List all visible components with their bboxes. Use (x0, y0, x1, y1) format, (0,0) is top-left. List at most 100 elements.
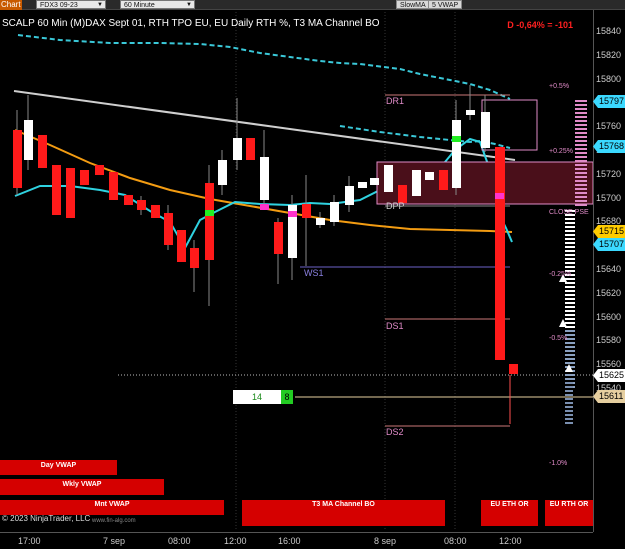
bear-candle (66, 168, 75, 218)
bear-candle (124, 195, 133, 205)
tpo-bar (575, 112, 587, 114)
tpo-bar (565, 330, 575, 332)
tpo-bar (575, 104, 587, 106)
tpo-bar (575, 196, 587, 198)
bull-candle (452, 120, 461, 188)
wkly-vwap-button[interactable]: Wkly VWAP (0, 479, 164, 495)
tpo-bar (565, 290, 575, 292)
tpo-bar (565, 282, 575, 284)
price-tick: 15600 (596, 311, 622, 322)
tpo-bar (565, 422, 573, 424)
time-tick: 17:00 (18, 536, 41, 546)
price-tick: 15620 (596, 287, 622, 298)
tpo-bar (575, 108, 587, 110)
eu-eth-or-button[interactable]: EU ETH OR (481, 500, 538, 526)
tpo-bar (565, 238, 575, 240)
dr1-label: DR1 (386, 96, 405, 106)
price-tick: 15840 (596, 26, 622, 36)
time-tick: 12:00 (499, 536, 522, 546)
pct-minus-025: -0.25% (549, 271, 572, 278)
tpo-bar (565, 258, 575, 260)
tpo-bar (575, 164, 587, 166)
pct-plus-025: +0.25% (549, 148, 573, 155)
bear-candle (509, 364, 518, 374)
website: www.fin-alg.com (92, 518, 136, 524)
signal-marker (452, 136, 461, 142)
bear-candle (495, 147, 505, 360)
bull-candle (345, 186, 354, 205)
tpo-bar (565, 350, 575, 352)
signal-marker (495, 193, 504, 199)
tpo-bar (565, 250, 575, 252)
eu-rth-or-button[interactable]: EU RTH OR (545, 500, 593, 526)
copyright: © 2023 NinjaTrader, LLC (2, 514, 91, 523)
tpo-bar (565, 278, 575, 280)
tpo-bar (565, 354, 575, 356)
tpo-bar (575, 144, 587, 146)
tpo-bar (565, 318, 575, 320)
tpo-bar (575, 180, 587, 182)
tpo-bar (565, 374, 575, 376)
bull-candle (218, 160, 227, 185)
tpo-bar (575, 136, 587, 138)
signal-marker (205, 210, 214, 216)
tpo-bar (575, 184, 587, 186)
tpo-bar (575, 188, 587, 190)
dpp-channel (376, 161, 593, 205)
bear-candle (164, 213, 173, 245)
bear-candle (274, 222, 283, 254)
time-tick: 12:00 (224, 536, 247, 546)
tpo-bar (565, 414, 573, 416)
bear-candle (109, 172, 118, 200)
price-tick: 15700 (596, 192, 622, 203)
time-tick: 7 sep (103, 536, 126, 546)
price-tick: 15640 (596, 264, 622, 274)
tpo-bar (565, 418, 573, 420)
upper-band-line (17, 34, 511, 100)
dpp-label: DPP (386, 201, 405, 211)
tpo-bar (565, 314, 575, 316)
price-tick: 15720 (596, 168, 622, 179)
price-tag: 15611 (593, 390, 625, 403)
bear-candle (151, 205, 160, 218)
bull-candle (370, 178, 379, 185)
daily-change: D -0,64% = -101 (507, 20, 573, 30)
tpo-bar (565, 242, 575, 244)
counter-badge: 8 (281, 390, 293, 404)
tpo-bar (565, 294, 575, 296)
tpo-bar (565, 286, 575, 288)
t3-ma-channel-button[interactable]: T3 MA Channel BO (242, 500, 445, 526)
tpo-bar (575, 176, 587, 178)
price-tick: 15580 (596, 335, 622, 346)
bear-candle (205, 183, 214, 260)
price-tag: 15707 (593, 238, 625, 251)
tpo-bar (575, 148, 587, 150)
tpo-bar (565, 342, 575, 344)
mnt-vwap-button[interactable]: Mnt VWAP (0, 500, 224, 515)
price-tag: 15625 (593, 369, 625, 382)
time-tick: 08:00 (444, 536, 467, 546)
price-tag: 15715 (593, 225, 625, 238)
bear-candle (38, 135, 47, 168)
tpo-bar (565, 382, 573, 384)
tpo-bar (575, 192, 587, 194)
tpo-bar (565, 302, 575, 304)
tpo-bar (565, 222, 575, 224)
tpo-bar (565, 306, 575, 308)
price-chart[interactable] (0, 0, 593, 532)
bear-candle (13, 130, 22, 188)
chart-title: SCALP 60 Min (M)DAX Sept 01, RTH TPO EU,… (2, 18, 380, 29)
day-vwap-button[interactable]: Day VWAP (0, 460, 117, 475)
tpo-bar (565, 394, 573, 396)
bull-candle (260, 157, 269, 200)
bear-candle (246, 138, 255, 160)
dr1-box (481, 99, 538, 151)
tpo-bar (565, 322, 575, 324)
pct-minus-10: -1.0% (549, 460, 568, 467)
bear-candle (177, 230, 186, 262)
pct-plus-05: +0.5% (549, 83, 570, 90)
time-tick: 8 sep (374, 536, 397, 546)
tpo-bar (565, 362, 575, 364)
bear-candle (80, 170, 89, 185)
bull-candle (481, 112, 490, 148)
